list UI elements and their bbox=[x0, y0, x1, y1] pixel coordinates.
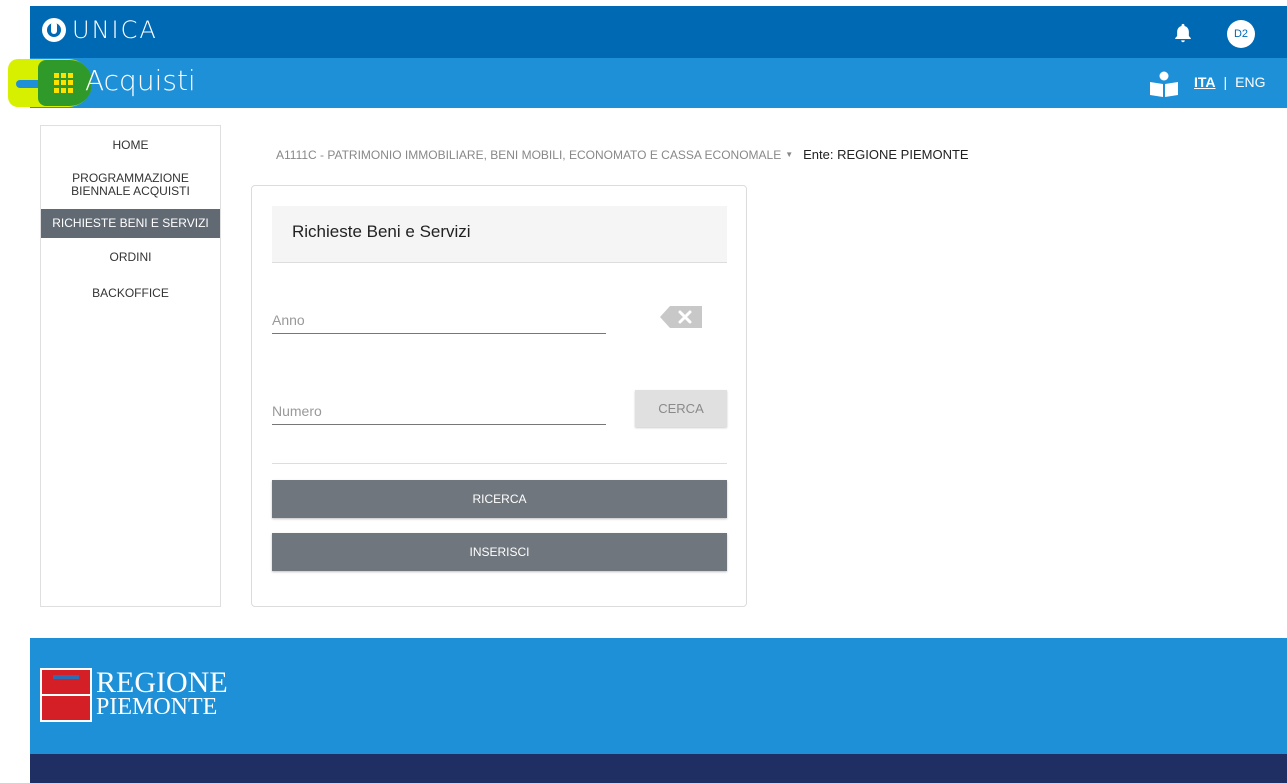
user-avatar[interactable]: D2 bbox=[1227, 20, 1255, 48]
region-line2: PIEMONTE bbox=[96, 694, 218, 720]
app-root: UNICA D2 Acquisti ITA | ENG HOME PROGRAM… bbox=[0, 0, 1287, 783]
structure-selector[interactable]: A1111C - PATRIMONIO IMMOBILIARE, BENI MO… bbox=[276, 147, 969, 162]
sidebar-item-richieste[interactable]: RICHIESTE BENI E SERVIZI bbox=[41, 209, 220, 238]
sidebar-item-backoffice[interactable]: BACKOFFICE bbox=[41, 287, 220, 300]
search-card: Richieste Beni e Servizi CERCA RICERCA I… bbox=[251, 185, 747, 607]
sidebar-nav: HOME PROGRAMMAZIONE BIENNALE ACQUISTI RI… bbox=[40, 125, 221, 607]
card-title: Richieste Beni e Servizi bbox=[292, 222, 471, 241]
apps-grid-icon[interactable] bbox=[54, 73, 74, 93]
divider bbox=[272, 463, 727, 464]
backspace-clear-icon[interactable] bbox=[660, 306, 702, 328]
sidebar-item-ordini[interactable]: ORDINI bbox=[41, 251, 220, 264]
anno-input[interactable] bbox=[272, 306, 606, 333]
app-bar: Acquisti ITA | ENG bbox=[8, 58, 1287, 108]
lang-eng-link[interactable]: ENG bbox=[1235, 74, 1265, 90]
reader-icon[interactable] bbox=[1149, 71, 1179, 97]
app-title: Acquisti bbox=[85, 64, 196, 97]
sidebar-item-programmazione[interactable]: PROGRAMMAZIONE BIENNALE ACQUISTI bbox=[41, 172, 220, 198]
footer: REGIONE PIEMONTE bbox=[30, 638, 1287, 754]
bell-icon[interactable] bbox=[1172, 22, 1194, 44]
language-switcher: ITA | ENG bbox=[1194, 74, 1266, 90]
card-header: Richieste Beni e Servizi bbox=[272, 206, 727, 263]
brand-name: UNICA bbox=[72, 16, 158, 44]
inserisci-button[interactable]: INSERISCI bbox=[272, 533, 727, 571]
numero-field bbox=[272, 397, 606, 425]
lang-ita-link[interactable]: ITA bbox=[1194, 74, 1216, 90]
anno-field bbox=[272, 306, 606, 334]
unica-logo-icon bbox=[42, 18, 66, 42]
top-bar: UNICA D2 bbox=[30, 6, 1287, 58]
regione-piemonte-logo[interactable]: REGIONE PIEMONTE bbox=[40, 668, 228, 722]
caret-down-icon[interactable]: ▼ bbox=[785, 150, 793, 159]
ente-label: Ente: REGIONE PIEMONTE bbox=[803, 147, 969, 162]
footer-bottom-bar bbox=[30, 754, 1287, 783]
left-margin bbox=[0, 0, 30, 783]
cerca-button[interactable]: CERCA bbox=[635, 390, 727, 427]
sidebar-item-home[interactable]: HOME bbox=[41, 139, 220, 152]
lang-separator: | bbox=[1223, 74, 1228, 90]
structure-name[interactable]: A1111C - PATRIMONIO IMMOBILIARE, BENI MO… bbox=[276, 148, 781, 162]
unica-logo[interactable]: UNICA bbox=[42, 16, 158, 44]
region-line1: REGIONE bbox=[96, 666, 228, 699]
piemonte-flag-icon bbox=[40, 668, 92, 722]
ricerca-button[interactable]: RICERCA bbox=[272, 480, 727, 518]
numero-input[interactable] bbox=[272, 397, 606, 424]
region-name: REGIONE PIEMONTE bbox=[96, 666, 228, 720]
